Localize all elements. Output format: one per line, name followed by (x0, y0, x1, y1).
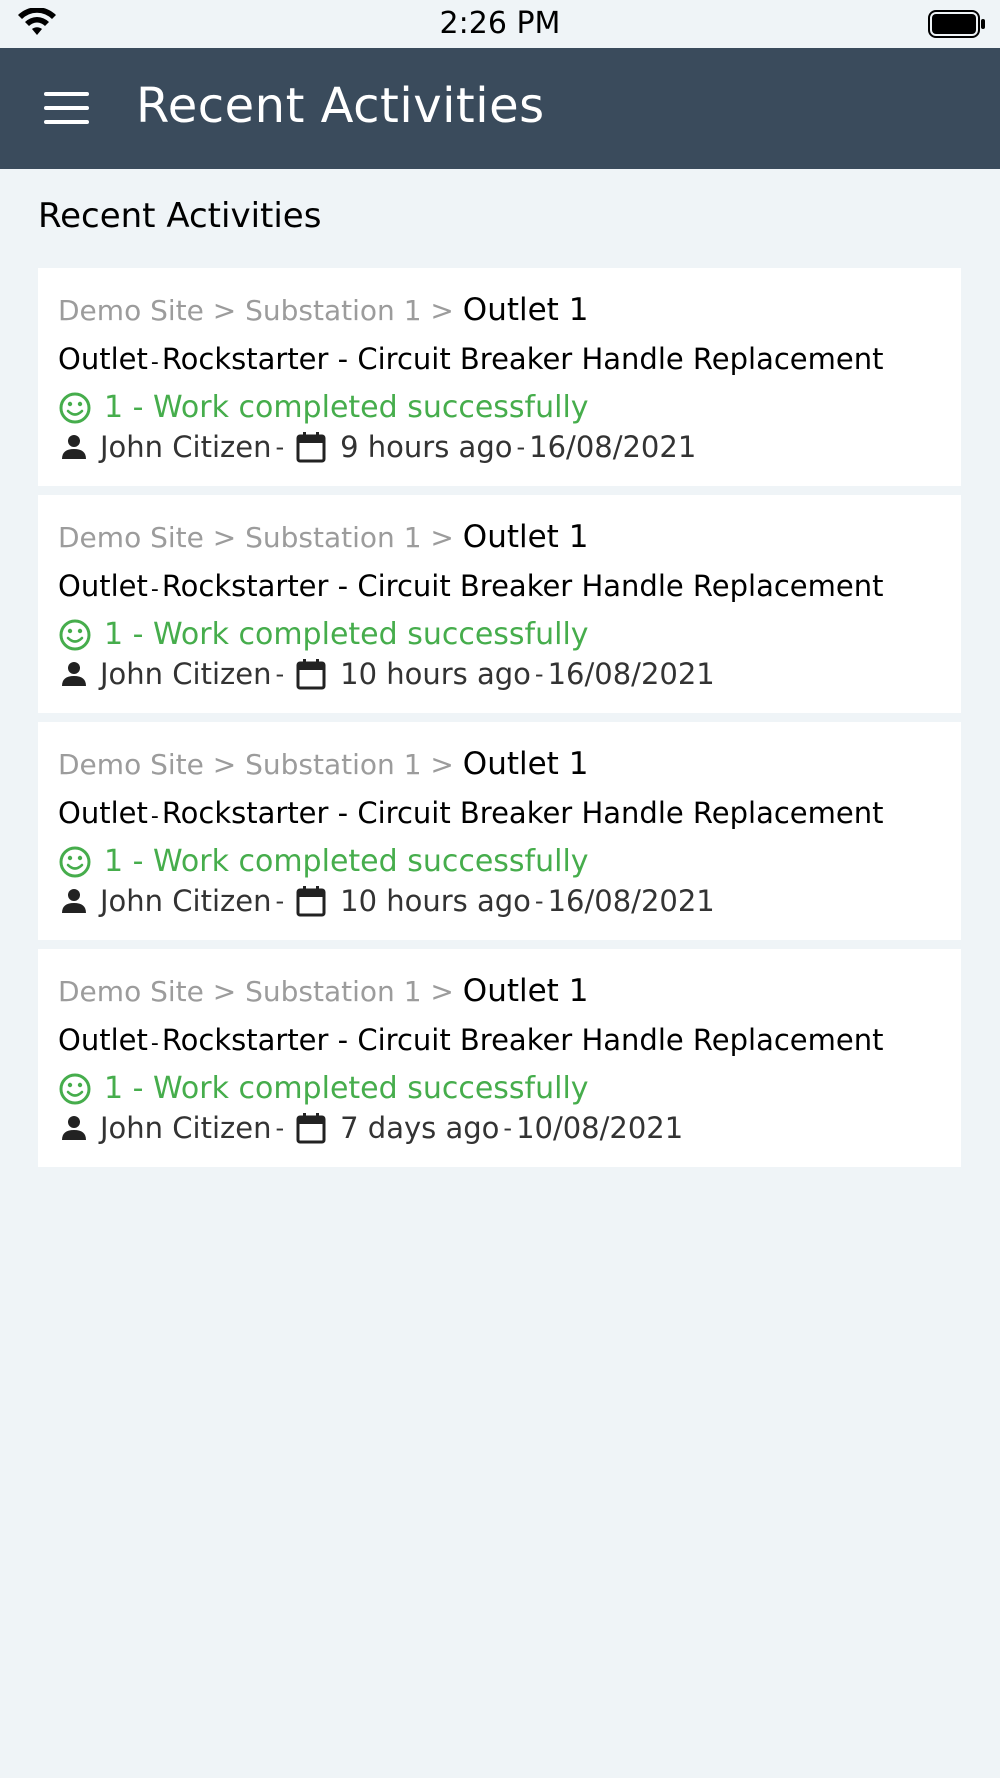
activity-date: 16/08/2021 (547, 657, 715, 691)
breadcrumb: Demo Site > Substation 1 > Outlet 1 (58, 292, 588, 328)
breadcrumb-site: Demo Site (58, 521, 204, 554)
activity-title-prefix: Outlet (58, 342, 148, 376)
activity-title: Outlet - Rockstarter - Circuit Breaker Han… (58, 796, 884, 830)
title-separator: - (150, 804, 159, 829)
activity-card[interactable]: Demo Site > Substation 1 > Outlet 1 Outl… (38, 722, 961, 940)
status-line: 1 - Work completed successfully (58, 1071, 589, 1106)
status-time: 2:26 PM (439, 6, 561, 41)
title-separator: - (150, 577, 159, 602)
page-title: Recent Activities (136, 78, 545, 134)
user-name: John Citizen (100, 657, 272, 691)
meta-line: John Citizen - 9 hours ago - 16/08/2021 (58, 430, 696, 464)
breadcrumb-substation: Substation 1 (245, 975, 422, 1008)
calendar-icon (296, 1113, 326, 1144)
relative-time: 10 hours ago (340, 657, 531, 691)
breadcrumb: Demo Site > Substation 1 > Outlet 1 (58, 746, 588, 782)
breadcrumb-separator: > (430, 975, 454, 1008)
activity-title-prefix: Outlet (58, 796, 148, 830)
relative-time: 10 hours ago (340, 884, 531, 918)
meta-separator: - (275, 887, 285, 915)
activity-list: Demo Site > Substation 1 > Outlet 1 Outl… (38, 268, 961, 1176)
status-line: 1 - Work completed successfully (58, 617, 589, 652)
breadcrumb: Demo Site > Substation 1 > Outlet 1 (58, 519, 588, 555)
breadcrumb-substation: Substation 1 (245, 294, 422, 327)
status-text: 1 - Work completed successfully (104, 844, 589, 879)
activity-card[interactable]: Demo Site > Substation 1 > Outlet 1 Outl… (38, 495, 961, 713)
status-text: 1 - Work completed successfully (104, 617, 589, 652)
hamburger-menu-icon[interactable] (36, 84, 98, 134)
title-separator: - (150, 350, 159, 375)
status-text: 1 - Work completed successfully (104, 390, 589, 425)
activity-title-main: Rockstarter - Circuit Breaker Handle Rep… (161, 796, 884, 830)
meta-separator: - (275, 1114, 285, 1142)
status-line: 1 - Work completed successfully (58, 844, 589, 879)
user-name: John Citizen (100, 1111, 272, 1145)
section-title: Recent Activities (38, 196, 322, 236)
activity-date: 16/08/2021 (547, 884, 715, 918)
app-header: Recent Activities (0, 48, 1000, 169)
meta-line: John Citizen - 10 hours ago - 16/08/2021 (58, 884, 715, 918)
meta-separator: - (534, 887, 544, 915)
breadcrumb-separator: > (430, 748, 454, 781)
person-icon (62, 889, 86, 913)
meta-separator: - (275, 660, 285, 688)
relative-time: 7 days ago (340, 1111, 500, 1145)
status-line: 1 - Work completed successfully (58, 390, 589, 425)
breadcrumb-separator: > (212, 294, 237, 327)
calendar-icon (296, 432, 326, 463)
breadcrumb-separator: > (430, 294, 454, 327)
meta-line: John Citizen - 10 hours ago - 16/08/2021 (58, 657, 715, 691)
person-icon (62, 662, 86, 686)
smiley-icon (59, 619, 91, 650)
activity-card[interactable]: Demo Site > Substation 1 > Outlet 1 Outl… (38, 268, 961, 486)
relative-time: 9 hours ago (340, 430, 513, 464)
user-name: John Citizen (100, 430, 272, 464)
smiley-icon (59, 846, 91, 877)
title-separator: - (150, 1031, 159, 1056)
activity-title-prefix: Outlet (58, 1023, 148, 1057)
activity-title: Outlet - Rockstarter - Circuit Breaker Han… (58, 342, 884, 376)
breadcrumb: Demo Site > Substation 1 > Outlet 1 (58, 973, 588, 1009)
smiley-icon (59, 1073, 91, 1104)
meta-line: John Citizen - 7 days ago - 10/08/2021 (58, 1111, 683, 1145)
activity-card[interactable]: Demo Site > Substation 1 > Outlet 1 Outl… (38, 949, 961, 1167)
person-icon (62, 435, 86, 459)
activity-date: 10/08/2021 (516, 1111, 684, 1145)
breadcrumb-separator: > (430, 521, 454, 554)
breadcrumb-separator: > (212, 975, 237, 1008)
breadcrumb-site: Demo Site (58, 975, 204, 1008)
meta-separator: - (534, 660, 544, 688)
calendar-icon (296, 886, 326, 917)
breadcrumb-site: Demo Site (58, 748, 204, 781)
activity-title-prefix: Outlet (58, 569, 148, 603)
battery-icon (928, 10, 985, 38)
breadcrumb-substation: Substation 1 (245, 748, 422, 781)
status-text: 1 - Work completed successfully (104, 1071, 589, 1106)
activity-title: Outlet - Rockstarter - Circuit Breaker Han… (58, 569, 884, 603)
breadcrumb-separator: > (212, 748, 237, 781)
breadcrumb-separator: > (212, 521, 237, 554)
breadcrumb-outlet: Outlet 1 (462, 292, 589, 328)
breadcrumb-outlet: Outlet 1 (462, 746, 589, 782)
status-bar: 2:26 PM (0, 0, 1000, 48)
activity-title-main: Rockstarter - Circuit Breaker Handle Rep… (161, 569, 884, 603)
activity-date: 16/08/2021 (529, 430, 697, 464)
meta-separator: - (275, 433, 285, 461)
breadcrumb-substation: Substation 1 (245, 521, 422, 554)
calendar-icon (296, 659, 326, 690)
smiley-icon (59, 392, 91, 423)
activity-title-main: Rockstarter - Circuit Breaker Handle Rep… (161, 342, 884, 376)
meta-separator: - (503, 1114, 513, 1142)
breadcrumb-outlet: Outlet 1 (462, 519, 589, 555)
meta-separator: - (516, 433, 526, 461)
breadcrumb-site: Demo Site (58, 294, 204, 327)
person-icon (62, 1116, 86, 1140)
activity-title-main: Rockstarter - Circuit Breaker Handle Rep… (161, 1023, 884, 1057)
breadcrumb-outlet: Outlet 1 (462, 973, 589, 1009)
activity-title: Outlet - Rockstarter - Circuit Breaker Han… (58, 1023, 884, 1057)
user-name: John Citizen (100, 884, 272, 918)
